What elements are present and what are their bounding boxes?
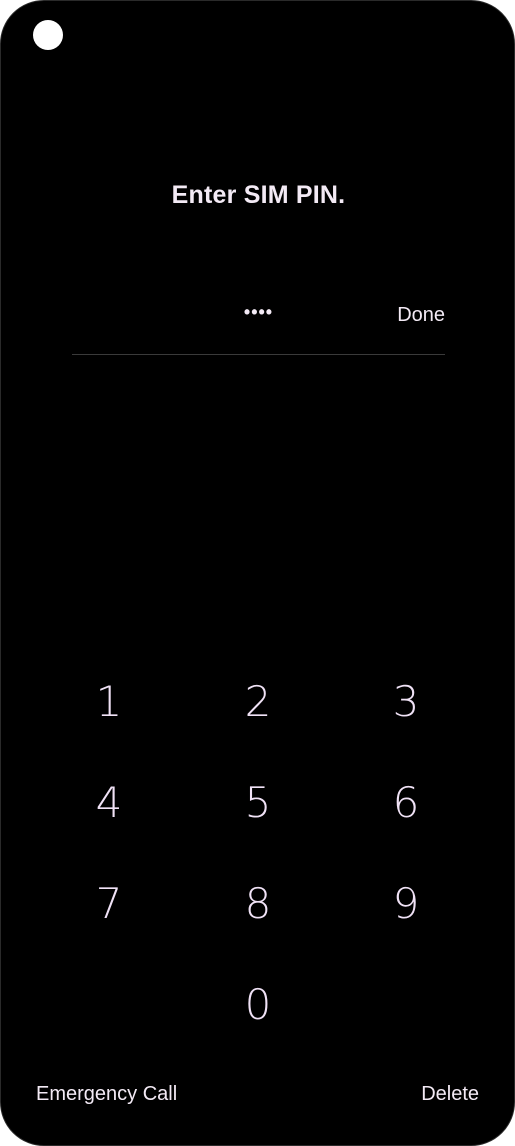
keypad-key-4[interactable]: 4 (54, 762, 164, 842)
keypad-key-5[interactable]: 5 (203, 762, 313, 842)
pin-input-field[interactable]: •••• Done (72, 296, 445, 356)
keypad-key-0[interactable]: 0 (203, 964, 313, 1044)
page-title: Enter SIM PIN. (171, 181, 346, 209)
camera-cutout-icon (33, 20, 63, 50)
pin-masked-value: •••• (243, 302, 274, 322)
keypad-key-8[interactable]: 8 (203, 863, 313, 943)
keypad-key-6[interactable]: 6 (351, 762, 461, 842)
keypad-key-1[interactable]: 1 (54, 661, 164, 741)
delete-button[interactable]: Delete (421, 1083, 479, 1106)
done-button[interactable]: Done (397, 304, 445, 327)
emergency-call-button[interactable]: Emergency Call (36, 1083, 177, 1106)
keypad-key-2[interactable]: 2 (203, 661, 313, 741)
keypad-key-3[interactable]: 3 (351, 661, 461, 741)
pin-input-underline (72, 354, 445, 355)
keypad-key-9[interactable]: 9 (351, 863, 461, 943)
keypad-key-7[interactable]: 7 (54, 863, 164, 943)
lock-screen: Enter SIM PIN. •••• Done 1 2 3 4 5 6 7 8… (0, 0, 515, 1146)
